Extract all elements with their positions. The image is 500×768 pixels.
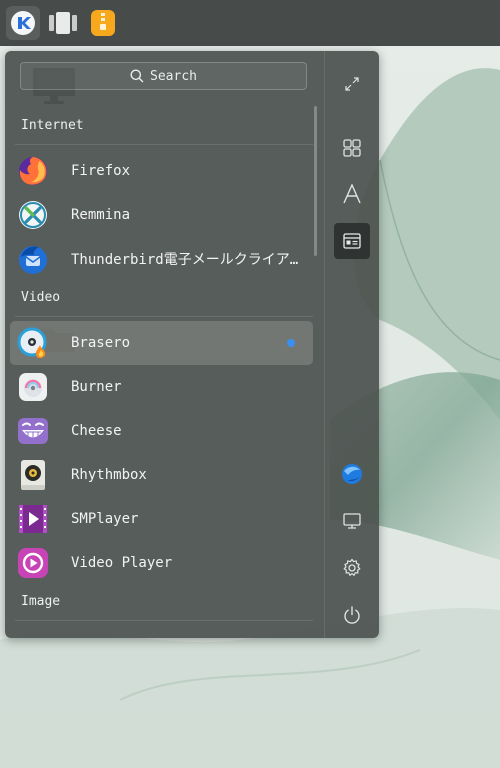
letter-sort-icon	[343, 184, 361, 204]
window-switcher-icon	[49, 12, 77, 34]
category-video: Video	[5, 281, 313, 321]
display-icon	[343, 513, 361, 529]
app-label: Thunderbird電子メールクライア…	[71, 252, 299, 268]
settings-icon	[343, 558, 361, 576]
power-icon	[344, 606, 360, 624]
archive-manager-icon	[91, 10, 115, 36]
archive-manager-button[interactable]	[86, 6, 120, 40]
app-video-player[interactable]: Video Player	[10, 541, 313, 585]
brasero-icon	[17, 327, 47, 359]
app-label: Cheese	[71, 423, 122, 439]
search-field[interactable]: Search	[20, 62, 307, 90]
letter-sort-button[interactable]	[334, 176, 370, 212]
app-label: Rhythmbox	[71, 467, 147, 483]
app-cheese[interactable]: Cheese	[10, 409, 313, 453]
fullscreen-icon	[345, 77, 359, 91]
app-brasero[interactable]: Brasero	[10, 321, 313, 365]
top-panel	[0, 0, 500, 46]
app-label: Brasero	[71, 335, 131, 351]
running-indicator	[287, 339, 295, 347]
power-button[interactable]	[334, 597, 370, 633]
burner-icon	[19, 373, 47, 401]
remmina-icon	[19, 201, 47, 229]
video-player-icon	[18, 548, 48, 578]
category-view-icon	[343, 139, 361, 157]
function-view-button[interactable]	[334, 223, 370, 259]
scrollbar[interactable]	[314, 106, 317, 256]
search-label: Search	[150, 68, 197, 84]
app-burner[interactable]: Burner	[10, 365, 313, 409]
app-label: SMPlayer	[71, 511, 139, 527]
app-list-pane: Search Internet Firefox Remmina Thunderb…	[5, 51, 324, 638]
cheese-icon	[18, 418, 48, 444]
smplayer-icon	[19, 505, 47, 533]
app-remmina[interactable]: Remmina	[10, 193, 313, 237]
application-menu: Search Internet Firefox Remmina Thunderb…	[5, 51, 379, 638]
category-view-button[interactable]	[334, 130, 370, 166]
category-internet: Internet	[5, 109, 313, 149]
rhythmbox-icon	[21, 460, 45, 490]
app-label: Video Player	[71, 555, 173, 571]
launcher-button[interactable]	[6, 6, 40, 40]
firefox-icon	[19, 157, 47, 185]
search-icon	[130, 69, 144, 83]
browser-icon	[342, 464, 362, 484]
launcher-icon	[11, 11, 35, 35]
category-image: Image	[5, 585, 313, 625]
app-smplayer[interactable]: SMPlayer	[10, 497, 313, 541]
settings-button[interactable]	[334, 550, 370, 586]
browser-button[interactable]	[334, 456, 370, 492]
app-label: Firefox	[71, 163, 131, 179]
fullscreen-button[interactable]	[334, 66, 370, 102]
app-label: Burner	[71, 379, 122, 395]
thunderbird-icon	[19, 246, 47, 274]
app-list: Internet Firefox Remmina Thunderbird電子メー…	[5, 109, 313, 625]
app-rhythmbox[interactable]: Rhythmbox	[10, 453, 313, 497]
window-switcher-button[interactable]	[46, 6, 80, 40]
display-button[interactable]	[334, 503, 370, 539]
function-view-icon	[343, 233, 361, 249]
app-firefox[interactable]: Firefox	[10, 149, 313, 193]
app-thunderbird[interactable]: Thunderbird電子メールクライア…	[10, 237, 313, 281]
app-label: Remmina	[71, 207, 131, 223]
menu-sidebar	[324, 51, 379, 638]
